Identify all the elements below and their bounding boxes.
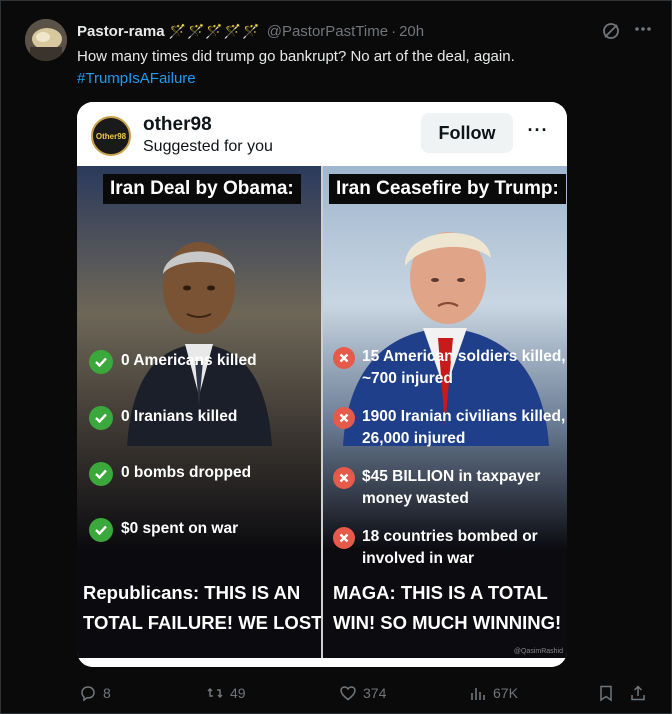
like-button[interactable]: 374: [339, 681, 386, 705]
right-title: Iran Ceasefire by Trump:: [329, 174, 566, 204]
x-mark-icon: [333, 347, 355, 369]
left-item: 0 Iranians killed: [89, 406, 237, 430]
bookmark-button[interactable]: [597, 681, 621, 705]
left-item-text: 0 bombs dropped: [121, 464, 252, 481]
x-mark-icon: [333, 527, 355, 549]
embedded-post-header: Other98 other98 Suggested for you Follow…: [77, 102, 567, 166]
right-item-text: 1900 Iranian civilians killed, 26,000 inj…: [362, 406, 565, 450]
embedded-avatar-text: Other98: [95, 131, 127, 141]
author-avatar[interactable]: [25, 19, 67, 61]
embedded-more-icon[interactable]: ···: [523, 120, 553, 144]
right-panel: Iran Ceasefire by Trump: 15 American sol…: [323, 166, 567, 658]
grok-icon[interactable]: [601, 21, 621, 41]
like-count: 374: [363, 685, 387, 701]
card-bottom-edge: [77, 658, 567, 667]
tweet-body: How many times did trump go bankrupt? No…: [77, 48, 515, 65]
left-item: 0 bombs dropped: [89, 462, 251, 486]
left-item-text: 0 Iranians killed: [121, 408, 238, 425]
right-item-line1: 1900 Iranian civilians killed,: [362, 408, 566, 425]
tweet-text: How many times did trump go bankrupt? No…: [77, 46, 657, 90]
right-footer-line1: MAGA: THIS IS A TOTAL: [333, 582, 548, 603]
right-item-line2: 26,000 injured: [362, 430, 466, 447]
right-item-line2: ~700 injured: [362, 370, 453, 387]
avatar-image: [25, 19, 67, 61]
repost-icon: [207, 687, 223, 699]
follow-button[interactable]: Follow: [421, 113, 513, 153]
right-item: 18 countries bombed or involved in war: [333, 526, 538, 570]
hashtag-link[interactable]: #TrumpIsAFailure: [77, 68, 657, 90]
timestamp[interactable]: 20h: [399, 23, 424, 40]
tweet[interactable]: Pastor-rama 🪄🪄🪄🪄🪄 @PastorPastTime · 20h …: [0, 0, 672, 714]
bookmark-icon: [600, 685, 612, 702]
right-item-text: $45 BILLION in taxpayer money wasted: [362, 466, 540, 510]
reply-icon: [81, 686, 95, 702]
left-item: 0 Americans killed: [89, 350, 257, 374]
author-handle[interactable]: @PastorPastTime: [267, 23, 388, 40]
left-title: Iran Deal by Obama:: [103, 174, 301, 204]
check-icon: [89, 406, 113, 430]
right-item-line1: $45 BILLION in taxpayer: [362, 468, 541, 485]
reply-count: 8: [103, 685, 111, 701]
share-button[interactable]: [629, 681, 653, 705]
more-options-icon[interactable]: [631, 19, 655, 39]
views-button[interactable]: 67K: [469, 681, 518, 705]
tweet-header: Pastor-rama 🪄🪄🪄🪄🪄 @PastorPastTime · 20h: [77, 20, 424, 42]
name-decoration: 🪄🪄🪄🪄🪄: [168, 22, 261, 39]
right-item-line2: involved in war: [362, 550, 474, 567]
heart-icon: [340, 686, 356, 701]
check-icon: [89, 518, 113, 542]
repost-button[interactable]: 49: [206, 681, 246, 705]
separator-dot: ·: [391, 22, 397, 40]
embedded-post-card[interactable]: Other98 other98 Suggested for you Follow…: [77, 102, 567, 667]
right-item: 1900 Iranian civilians killed, 26,000 inj…: [333, 406, 565, 450]
left-footer-line2: TOTAL FAILURE! WE LOST!: [83, 612, 321, 633]
right-item-text: 15 American soldiers killed, ~700 injured: [362, 346, 566, 390]
suggested-label: Suggested for you: [143, 138, 273, 155]
reply-button[interactable]: 8: [79, 681, 111, 705]
right-item-line1: 18 countries bombed or: [362, 528, 538, 545]
view-count: 67K: [493, 685, 518, 701]
image-credit: @QasimRashid: [513, 648, 563, 655]
action-bar: 8 49 374 67K: [77, 681, 657, 705]
x-mark-icon: [333, 407, 355, 429]
right-item-line1: 15 American soldiers killed,: [362, 348, 566, 365]
left-footer-line1: Republicans: THIS IS AN: [83, 582, 301, 603]
check-icon: [89, 350, 113, 374]
check-icon: [89, 462, 113, 486]
embedded-account-name[interactable]: other98: [143, 114, 212, 136]
repost-count: 49: [230, 685, 246, 701]
left-item: $0 spent on war: [89, 518, 238, 542]
views-chart-icon: [471, 688, 485, 700]
share-icon: [631, 685, 645, 701]
left-panel: Iran Deal by Obama: 0 Americans killed 0…: [77, 166, 321, 658]
right-item: $45 BILLION in taxpayer money wasted: [333, 466, 540, 510]
right-item-line2: money wasted: [362, 490, 469, 507]
right-item: 15 American soldiers killed, ~700 injured: [333, 346, 566, 390]
right-footer-line2: WIN! SO MUCH WINNING!: [333, 612, 562, 633]
embedded-account-avatar[interactable]: Other98: [91, 116, 131, 156]
left-item-text: $0 spent on war: [121, 520, 239, 537]
right-item-text: 18 countries bombed or involved in war: [362, 526, 538, 570]
left-item-text: 0 Americans killed: [121, 352, 257, 369]
x-mark-icon: [333, 467, 355, 489]
author-name[interactable]: Pastor-rama: [77, 23, 165, 40]
